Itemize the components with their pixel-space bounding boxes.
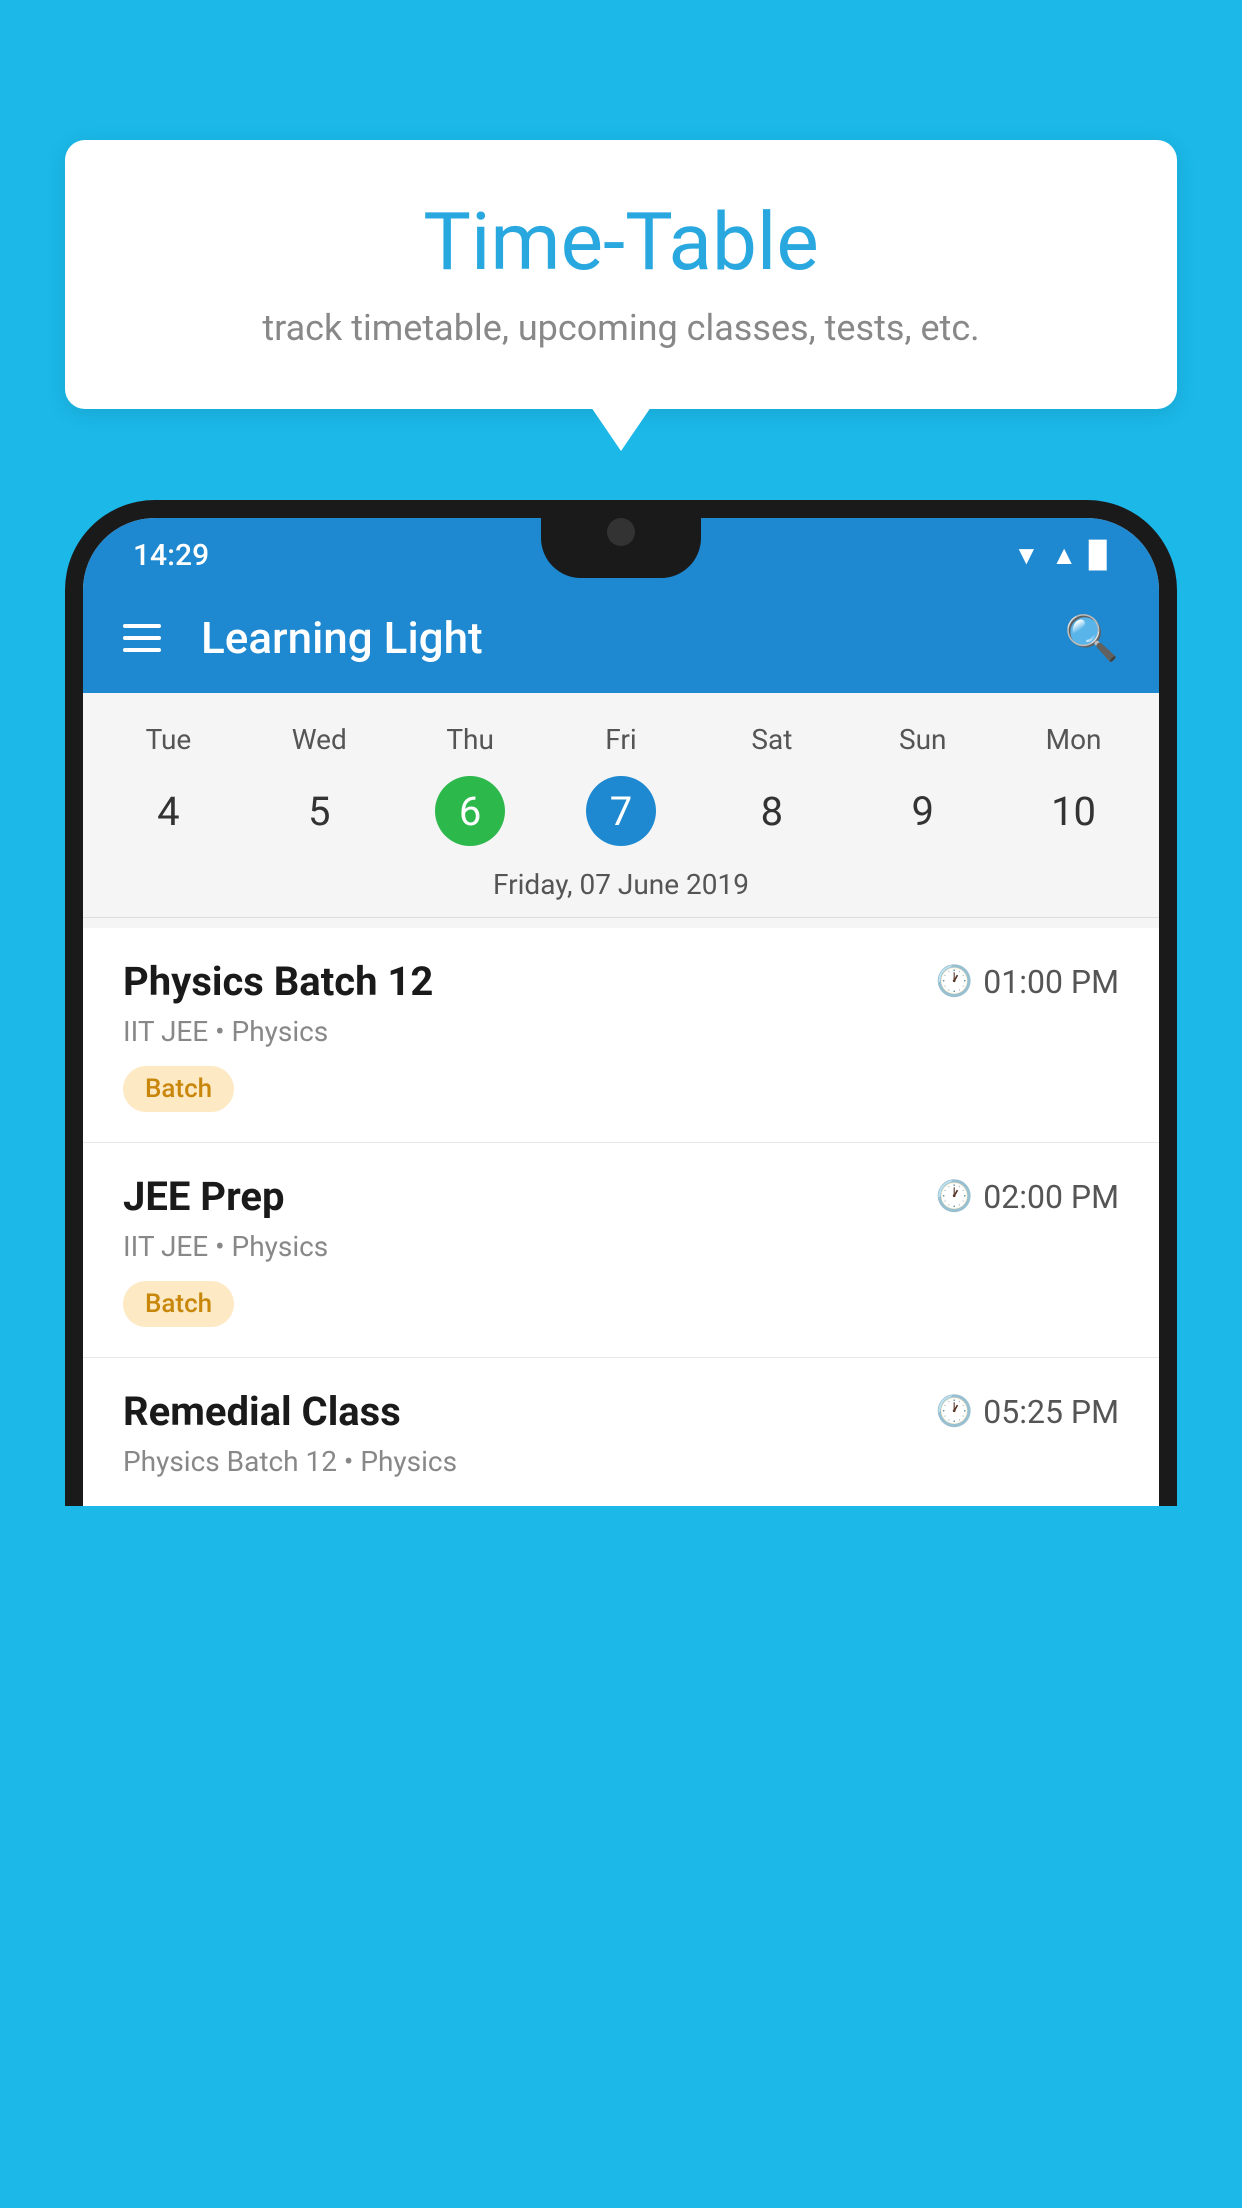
calendar-strip: Tue Wed Thu Fri Sat Sun Mon 4 5 6 7 (83, 693, 1159, 928)
date-6[interactable]: 6 (395, 766, 546, 856)
day-sat: Sat (696, 713, 847, 766)
schedule-item-2-title: JEE Prep (123, 1173, 284, 1220)
status-icons: ▼ ▲ ▉ (1014, 540, 1109, 571)
tooltip-container: Time-Table track timetable, upcoming cla… (65, 140, 1177, 409)
schedule-item-1-time-value: 01:00 PM (983, 963, 1119, 1001)
tooltip-bubble: Time-Table track timetable, upcoming cla… (65, 140, 1177, 409)
schedule-item-2-meta: IIT JEE • Physics (123, 1230, 1119, 1263)
date-today-circle[interactable]: 6 (435, 776, 505, 846)
date-5[interactable]: 5 (244, 778, 395, 845)
batch-badge-1: Batch (123, 1066, 234, 1112)
schedule-item-3-meta: Physics Batch 12 • Physics (123, 1445, 1119, 1478)
tooltip-subtitle: track timetable, upcoming classes, tests… (125, 307, 1117, 349)
date-9[interactable]: 9 (847, 778, 998, 845)
day-mon: Mon (998, 713, 1149, 766)
menu-icon[interactable] (123, 624, 161, 652)
schedule-item-2-time-value: 02:00 PM (983, 1178, 1119, 1216)
days-header: Tue Wed Thu Fri Sat Sun Mon (83, 713, 1159, 766)
schedule-item-1-time: 🕐 01:00 PM (936, 963, 1119, 1001)
date-selected-circle[interactable]: 7 (586, 776, 656, 846)
app-title: Learning Light (201, 612, 1064, 664)
date-4[interactable]: 4 (93, 778, 244, 845)
schedule-item-2-time: 🕐 02:00 PM (936, 1178, 1119, 1216)
wifi-icon: ▼ (1014, 540, 1040, 571)
phone-screen: 14:29 ▼ ▲ ▉ Learning Light 🔍 (83, 518, 1159, 1506)
phone-camera (607, 518, 635, 546)
dates-row: 4 5 6 7 8 9 10 (83, 766, 1159, 856)
schedule-item-3-title: Remedial Class (123, 1388, 401, 1435)
batch-badge-2: Batch (123, 1281, 234, 1327)
clock-icon-1: 🕐 (936, 964, 973, 999)
schedule-item-3-time: 🕐 05:25 PM (936, 1393, 1119, 1431)
battery-icon: ▉ (1089, 541, 1109, 571)
day-tue: Tue (93, 713, 244, 766)
signal-icon: ▲ (1051, 540, 1077, 571)
schedule-list: Physics Batch 12 🕐 01:00 PM IIT JEE • Ph… (83, 928, 1159, 1506)
day-wed: Wed (244, 713, 395, 766)
tooltip-title: Time-Table (125, 195, 1117, 289)
schedule-item-2-header: JEE Prep 🕐 02:00 PM (123, 1173, 1119, 1220)
day-sun: Sun (847, 713, 998, 766)
date-8[interactable]: 8 (696, 778, 847, 845)
selected-date-label: Friday, 07 June 2019 (83, 856, 1159, 918)
schedule-item-3-time-value: 05:25 PM (983, 1393, 1119, 1431)
phone-frame: 14:29 ▼ ▲ ▉ Learning Light 🔍 (65, 500, 1177, 1506)
date-7[interactable]: 7 (546, 766, 697, 856)
schedule-item-1-title: Physics Batch 12 (123, 958, 433, 1005)
day-thu: Thu (395, 713, 546, 766)
schedule-item-2[interactable]: JEE Prep 🕐 02:00 PM IIT JEE • Physics Ba… (83, 1143, 1159, 1358)
app-bar: Learning Light 🔍 (83, 583, 1159, 693)
schedule-item-3-header: Remedial Class 🕐 05:25 PM (123, 1388, 1119, 1435)
day-fri: Fri (546, 713, 697, 766)
schedule-item-1[interactable]: Physics Batch 12 🕐 01:00 PM IIT JEE • Ph… (83, 928, 1159, 1143)
search-icon[interactable]: 🔍 (1064, 612, 1119, 664)
schedule-item-3[interactable]: Remedial Class 🕐 05:25 PM Physics Batch … (83, 1358, 1159, 1506)
date-10[interactable]: 10 (998, 778, 1149, 845)
status-time: 14:29 (133, 538, 209, 573)
clock-icon-3: 🕐 (936, 1394, 973, 1429)
schedule-item-1-meta: IIT JEE • Physics (123, 1015, 1119, 1048)
schedule-item-1-header: Physics Batch 12 🕐 01:00 PM (123, 958, 1119, 1005)
phone-container: 14:29 ▼ ▲ ▉ Learning Light 🔍 (65, 500, 1177, 2208)
clock-icon-2: 🕐 (936, 1179, 973, 1214)
